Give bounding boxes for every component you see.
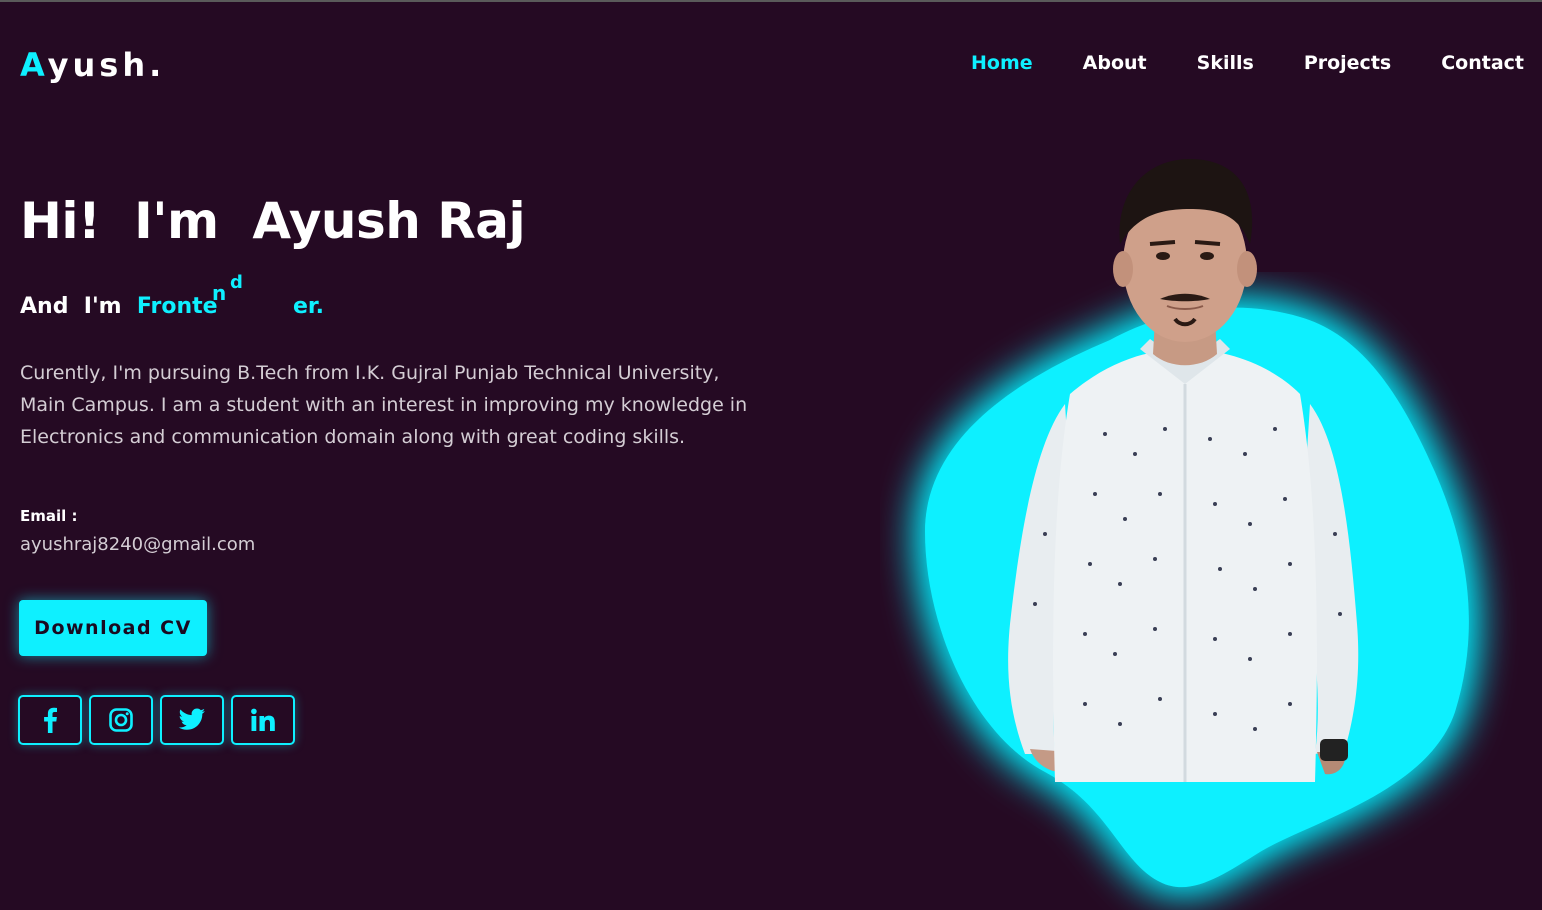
role-animated-letter-n: n [212,281,227,305]
role-animated-letter-d: d [230,272,243,293]
nav-about-link[interactable]: About [1083,52,1147,74]
role-line: And I'm Fronte n d er. [20,272,324,319]
portfolio-page: Ayush. Home About Skills Projects Contac… [0,0,1542,910]
linkedin-icon [251,708,275,731]
nav-contact-link[interactable]: Contact [1441,52,1524,74]
hero-title: Hi! I'm Ayush Raj [20,192,526,250]
role-tail-text: er. [293,294,324,319]
email-value[interactable]: ayushraj8240@gmail.com [20,534,255,555]
hero-description: Curently, I'm pursuing B.Tech from I.K. … [20,362,748,448]
logo-text: yush. [47,46,166,84]
facebook-icon [44,707,57,733]
nav-projects-link[interactable]: Projects [1304,52,1391,74]
logo-accent-letter: A [20,46,48,84]
twitter-icon [178,708,205,730]
twitter-link[interactable] [160,695,224,745]
instagram-icon [109,708,133,732]
linkedin-link[interactable] [231,695,295,745]
facebook-link[interactable] [18,695,82,745]
social-links [18,695,295,745]
role-typed-text: Fronte [136,294,218,319]
email-label: Email : [20,507,78,525]
profile-portrait-image [1008,159,1359,782]
main-nav: Home About Skills Projects Contact [971,52,1524,74]
role-prefix: And I'm [20,294,137,319]
download-cv-button[interactable]: Download CV [19,600,207,656]
nav-home-link[interactable]: Home [971,52,1033,74]
site-logo[interactable]: Ayush. [20,46,165,84]
nav-skills-link[interactable]: Skills [1197,52,1254,74]
instagram-link[interactable] [89,695,153,745]
